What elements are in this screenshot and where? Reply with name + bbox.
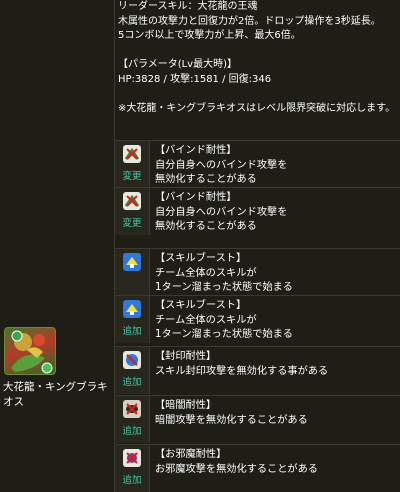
awakening-description: 【スキルブースト】 チーム全体のスキルが 1ターン溜まった状態で始まる [155,300,293,340]
awakening-row: 変更 【バインド耐性】 自分自身へのバインド攻撃を 無効化することがある [115,187,400,235]
awakening-description: 【暗闇耐性】 暗闇攻撃を無効化することがある [155,400,308,426]
leader-skill-and-parameters: リーダースキル：大花龍の王魂 木属性の攻撃力と回復力が2倍。ドロップ操作を3秒延… [118,1,396,114]
skill-boost-icon[interactable] [123,300,141,318]
awakening-status-label: 追加 [122,326,142,337]
awakening-status-label: 変更 [122,171,142,182]
dragon-portrait-icon [11,330,53,374]
awakening-description: 【バインド耐性】 自分自身へのバインド攻撃を 無効化することがある [155,145,288,185]
jammer-resist-icon[interactable] [123,449,141,467]
awakening-row: 追加 【お邪魔耐性】 お邪魔攻撃を無効化することがある [115,444,400,492]
awakening-description: 【バインド耐性】 自分自身へのバインド攻撃を 無効化することがある [155,192,288,232]
awakening-status-label: 追加 [122,377,142,388]
awakening-icon-cell: 変更 [115,141,150,188]
awakening-icon-cell: 追加 [115,296,150,343]
awakening-icon-cell [115,249,150,296]
awakening-description: 【封印耐性】 スキル封印攻撃を無効化する事がある [155,351,329,377]
character-name: 大花龍・キングブラキオス [3,381,108,408]
awakening-icon-cell: 追加 [115,445,150,492]
character-column: 大花龍・キングブラキオス [0,0,115,492]
bind-resist-icon[interactable] [123,192,141,210]
seal-resist-icon[interactable] [123,351,141,369]
character-portrait[interactable] [4,327,56,375]
awakening-icon-cell: 追加 [115,347,150,394]
awakening-description: 【スキルブースト】 チーム全体のスキルが 1ターン溜まった状態で始まる [155,253,293,293]
awakening-icon-cell: 追加 [115,396,150,443]
awakening-icon-cell: 変更 [115,188,150,235]
awakening-status-label: 追加 [122,426,142,437]
awakening-row: 追加 【スキルブースト】 チーム全体のスキルが 1ターン溜まった状態で始まる [115,295,400,343]
bind-resist-icon[interactable] [123,145,141,163]
awakening-status-label: 追加 [122,475,142,486]
awakening-row: 変更 【バインド耐性】 自分自身へのバインド攻撃を 無効化することがある [115,140,400,188]
awakening-row: 追加 【暗闇耐性】 暗闇攻撃を無効化することがある [115,395,400,443]
awakening-row: 追加 【封印耐性】 スキル封印攻撃を無効化する事がある [115,346,400,394]
awakening-row: 【スキルブースト】 チーム全体のスキルが 1ターン溜まった状態で始まる [115,248,400,296]
skill-boost-icon[interactable] [123,253,141,271]
blind-resist-icon[interactable] [123,400,141,418]
awakening-status-label: 変更 [122,218,142,229]
detail-column: リーダースキル：大花龍の王魂 木属性の攻撃力と回復力が2倍。ドロップ操作を3秒延… [115,0,400,492]
awakening-description: 【お邪魔耐性】 お邪魔攻撃を無効化することがある [155,449,318,475]
